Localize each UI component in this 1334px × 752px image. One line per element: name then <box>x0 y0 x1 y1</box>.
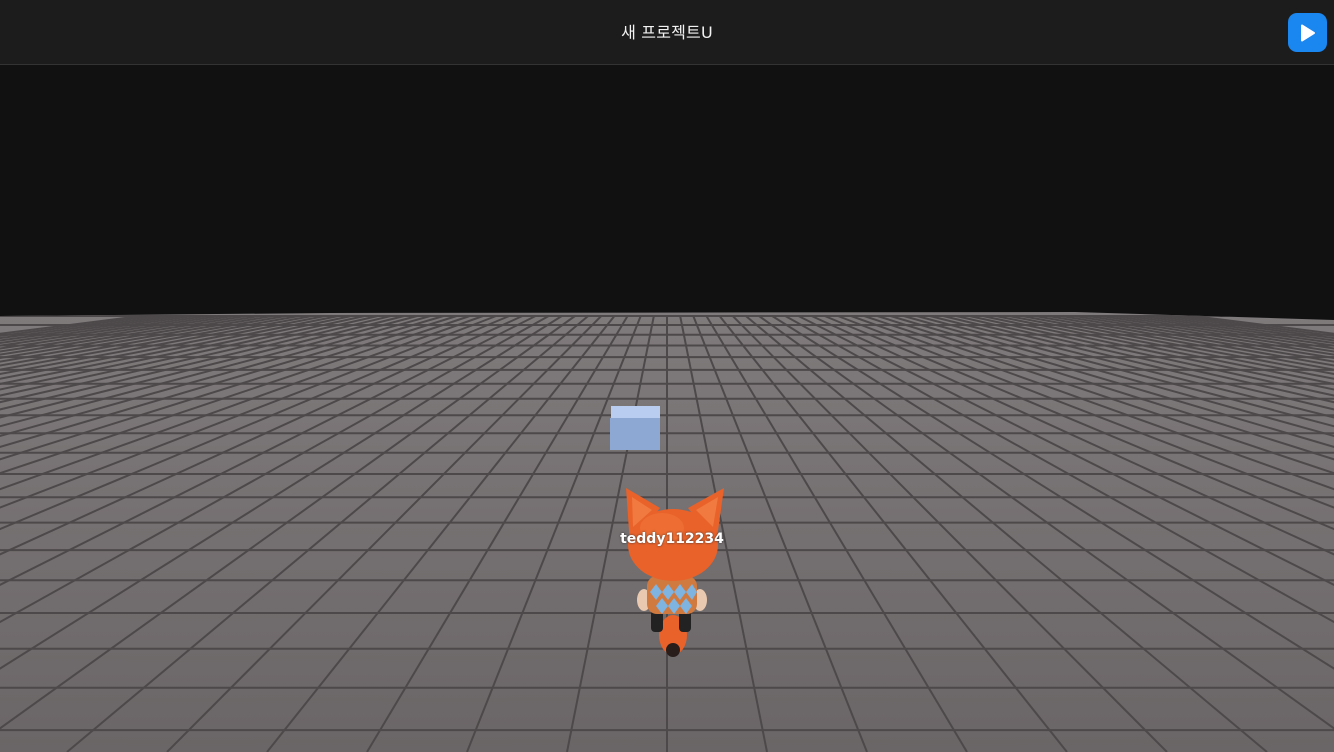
blue-cube <box>610 406 660 450</box>
game-viewport[interactable]: teddy112234 <box>0 66 1334 752</box>
play-button[interactable] <box>1288 13 1327 52</box>
play-icon <box>1301 24 1315 42</box>
project-title: 새 프로젝트U <box>621 23 713 42</box>
scene-canvas <box>0 312 1334 752</box>
player-nametag: teddy112234 <box>620 531 724 547</box>
top-bar: 새 프로젝트U <box>0 0 1334 65</box>
